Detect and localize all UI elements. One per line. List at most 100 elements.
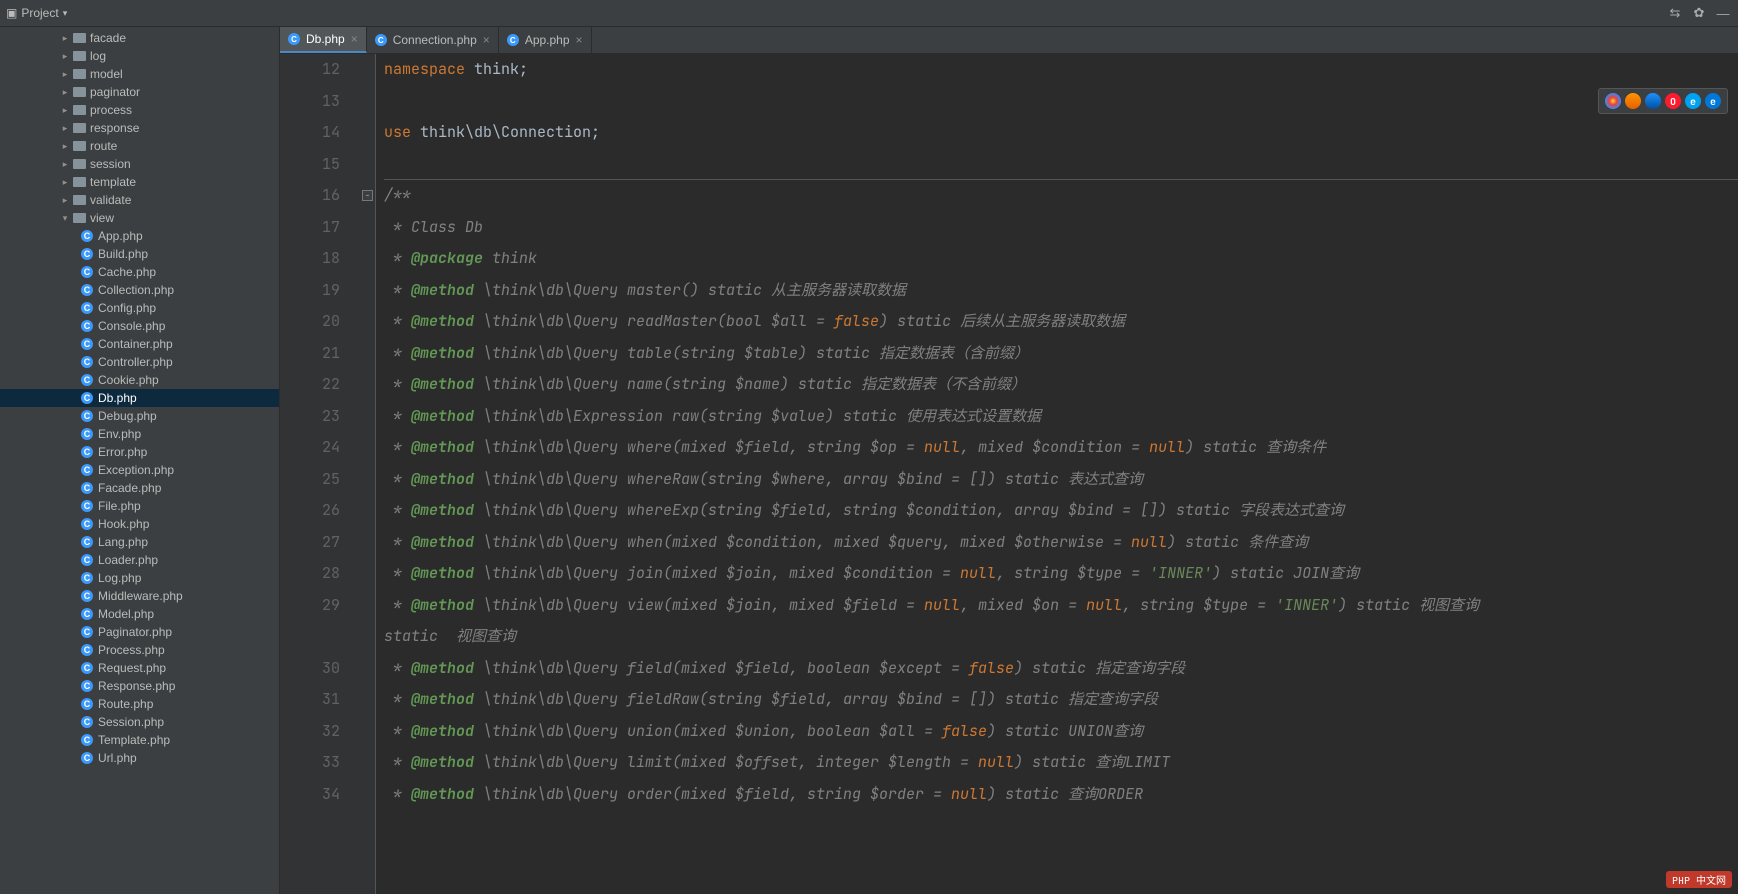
code-line[interactable]: * @method \think\db\Query whereRaw(strin…: [384, 464, 1738, 496]
php-class-icon: [80, 427, 94, 441]
fold-toggle-icon[interactable]: -: [362, 190, 373, 201]
tree-file-Model-php[interactable]: Model.php: [0, 605, 279, 623]
browser-toolbar: O e e: [1598, 88, 1728, 114]
tree-file-Controller-php[interactable]: Controller.php: [0, 353, 279, 371]
php-class-icon: [80, 445, 94, 459]
tree-file-Middleware-php[interactable]: Middleware.php: [0, 587, 279, 605]
edge-icon[interactable]: e: [1705, 93, 1721, 109]
tree-file-Error-php[interactable]: Error.php: [0, 443, 279, 461]
code-line[interactable]: * @method \think\db\Query name(string $n…: [384, 369, 1738, 401]
code-line[interactable]: [384, 149, 1738, 181]
tree-folder-template[interactable]: ▸template: [0, 173, 279, 191]
tree-file-Build-php[interactable]: Build.php: [0, 245, 279, 263]
code-line[interactable]: * @method \think\db\Query when(mixed $co…: [384, 527, 1738, 559]
tree-folder-process[interactable]: ▸process: [0, 101, 279, 119]
tree-folder-route[interactable]: ▸route: [0, 137, 279, 155]
code-line[interactable]: * @method \think\db\Query view(mixed $jo…: [384, 590, 1738, 622]
tree-file-Db-php[interactable]: Db.php: [0, 389, 279, 407]
code-line[interactable]: * @method \think\db\Query master() stati…: [384, 275, 1738, 307]
tree-file-Route-php[interactable]: Route.php: [0, 695, 279, 713]
tree-folder-model[interactable]: ▸model: [0, 65, 279, 83]
tree-file-Collection-php[interactable]: Collection.php: [0, 281, 279, 299]
tree-file-Cache-php[interactable]: Cache.php: [0, 263, 279, 281]
line-gutter: 121314151617181920212223242526272829 303…: [280, 54, 360, 894]
code-line[interactable]: * @method \think\db\Query order(mixed $f…: [384, 779, 1738, 811]
code-line[interactable]: namespace think;: [384, 54, 1738, 86]
php-class-icon: C: [507, 34, 519, 46]
settings-slider-icon[interactable]: ⇆: [1666, 4, 1684, 22]
code-editor[interactable]: 121314151617181920212223242526272829 303…: [280, 54, 1738, 894]
tree-file-App-php[interactable]: App.php: [0, 227, 279, 245]
tree-file-Facade-php[interactable]: Facade.php: [0, 479, 279, 497]
tree-folder-facade[interactable]: ▸facade: [0, 29, 279, 47]
tab-label: Connection.php: [393, 33, 477, 47]
tree-folder-paginator[interactable]: ▸paginator: [0, 83, 279, 101]
tree-file-Session-php[interactable]: Session.php: [0, 713, 279, 731]
tree-file-Process-php[interactable]: Process.php: [0, 641, 279, 659]
close-icon[interactable]: ×: [576, 33, 583, 47]
tree-file-Console-php[interactable]: Console.php: [0, 317, 279, 335]
php-class-icon: C: [375, 34, 387, 46]
tree-file-Lang-php[interactable]: Lang.php: [0, 533, 279, 551]
tree-file-Paginator-php[interactable]: Paginator.php: [0, 623, 279, 641]
tree-file-File-php[interactable]: File.php: [0, 497, 279, 515]
code-line[interactable]: [384, 86, 1738, 118]
tree-file-Response-php[interactable]: Response.php: [0, 677, 279, 695]
tab-Connection-php[interactable]: C Connection.php ×: [367, 27, 499, 53]
tree-folder-view[interactable]: ▾view: [0, 209, 279, 227]
tab-Db-php[interactable]: CDb.php×: [280, 27, 367, 53]
file-label: Response.php: [98, 679, 175, 693]
code-content[interactable]: namespace think; use think\db\Connection…: [376, 54, 1738, 894]
close-icon[interactable]: ×: [483, 33, 490, 47]
code-line[interactable]: * @method \think\db\Query fieldRaw(strin…: [384, 684, 1738, 716]
tab-App-php[interactable]: C App.php ×: [499, 27, 592, 53]
firefox-icon[interactable]: [1625, 93, 1641, 109]
php-class-icon: [80, 391, 94, 405]
footer-badge: PHP 中文网: [1666, 871, 1732, 888]
code-line[interactable]: * @method \think\db\Query table(string $…: [384, 338, 1738, 370]
code-line[interactable]: * @method \think\db\Query field(mixed $f…: [384, 653, 1738, 685]
tree-file-Exception-php[interactable]: Exception.php: [0, 461, 279, 479]
code-line[interactable]: * @method \think\db\Query readMaster(boo…: [384, 306, 1738, 338]
code-line[interactable]: * @package think: [384, 243, 1738, 275]
code-line[interactable]: * @method \think\db\Query union(mixed $u…: [384, 716, 1738, 748]
code-line[interactable]: * @method \think\db\Query whereExp(strin…: [384, 495, 1738, 527]
tree-file-Hook-php[interactable]: Hook.php: [0, 515, 279, 533]
code-line[interactable]: * @method \think\db\Query limit(mixed $o…: [384, 747, 1738, 779]
tree-file-Template-php[interactable]: Template.php: [0, 731, 279, 749]
tree-file-Container-php[interactable]: Container.php: [0, 335, 279, 353]
file-label: Lang.php: [98, 535, 148, 549]
collapse-icon[interactable]: —: [1714, 4, 1732, 22]
tree-folder-log[interactable]: ▸log: [0, 47, 279, 65]
tree-folder-response[interactable]: ▸response: [0, 119, 279, 137]
safari-icon[interactable]: [1645, 93, 1661, 109]
code-line[interactable]: use think\db\Connection;: [384, 117, 1738, 149]
php-class-icon: [80, 607, 94, 621]
opera-icon[interactable]: O: [1665, 93, 1681, 109]
ie-icon[interactable]: e: [1685, 93, 1701, 109]
tree-file-Cookie-php[interactable]: Cookie.php: [0, 371, 279, 389]
tree-file-Loader-php[interactable]: Loader.php: [0, 551, 279, 569]
folder-icon: [72, 67, 86, 81]
project-dropdown[interactable]: ▣ Project ▾: [6, 6, 67, 20]
php-class-icon: [80, 463, 94, 477]
tree-file-Debug-php[interactable]: Debug.php: [0, 407, 279, 425]
php-class-icon: [80, 283, 94, 297]
code-line[interactable]: * @method \think\db\Query where(mixed $f…: [384, 432, 1738, 464]
tree-file-Config-php[interactable]: Config.php: [0, 299, 279, 317]
tree-file-Env-php[interactable]: Env.php: [0, 425, 279, 443]
code-line[interactable]: * Class Db: [384, 212, 1738, 244]
tree-file-Request-php[interactable]: Request.php: [0, 659, 279, 677]
tab-label: App.php: [525, 33, 570, 47]
code-line[interactable]: /**: [384, 180, 1738, 212]
code-line[interactable]: * @method \think\db\Query join(mixed $jo…: [384, 558, 1738, 590]
code-line[interactable]: * @method \think\db\Expression raw(strin…: [384, 401, 1738, 433]
project-tree[interactable]: ▸facade▸log▸model▸paginator▸process▸resp…: [0, 27, 280, 894]
chrome-icon[interactable]: [1605, 93, 1621, 109]
close-icon[interactable]: ×: [351, 32, 358, 46]
tree-file-Url-php[interactable]: Url.php: [0, 749, 279, 767]
tree-file-Log-php[interactable]: Log.php: [0, 569, 279, 587]
tree-folder-session[interactable]: ▸session: [0, 155, 279, 173]
tree-folder-validate[interactable]: ▸validate: [0, 191, 279, 209]
gear-icon[interactable]: ✿: [1690, 4, 1708, 22]
